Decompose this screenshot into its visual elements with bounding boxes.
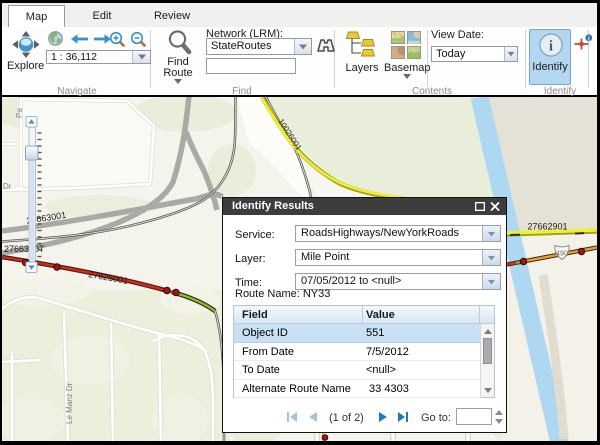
svg-text:27662901: 27662901: [528, 221, 568, 231]
svg-text:490: 490: [556, 251, 568, 258]
svg-text:Dr: Dr: [3, 182, 12, 191]
svg-text:Le Manz Dr: Le Manz Dr: [65, 382, 74, 424]
svg-text:2766310T: 2766310T: [4, 244, 45, 254]
svg-text:i: i: [549, 39, 553, 55]
svg-text:Pa: Pa: [15, 108, 24, 118]
